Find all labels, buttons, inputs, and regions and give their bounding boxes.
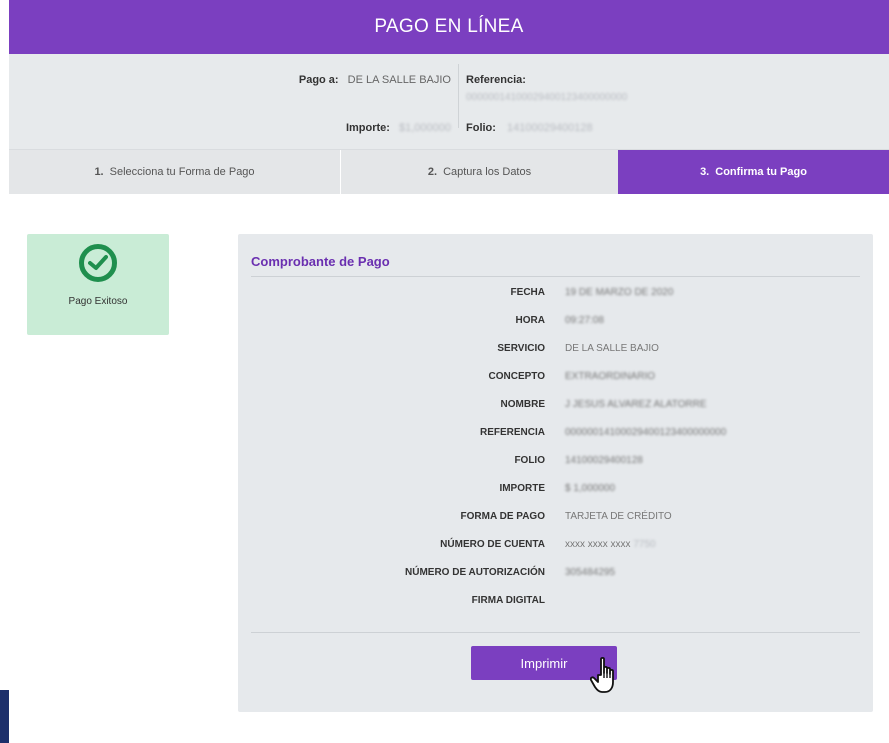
- pago-a-value: DE LA SALLE BAJIO: [347, 74, 451, 86]
- step-number: 1.: [94, 166, 104, 178]
- step-confirm-payment[interactable]: 3. Confirma tu Pago: [618, 150, 889, 194]
- receipt-row: FIRMA DIGITAL: [238, 586, 873, 614]
- receipt-row: FORMA DE PAGO TARJETA DE CRÉDITO: [238, 502, 873, 530]
- referencia-value: 00000014100029400123400000000: [466, 92, 628, 103]
- page-title: PAGO EN LÍNEA: [374, 16, 524, 37]
- step-capture-data[interactable]: 2. Captura los Datos: [341, 150, 618, 194]
- row-key: FOLIO: [514, 455, 545, 466]
- row-value: 19 DE MARZO DE 2020: [565, 287, 674, 298]
- background-edge: [0, 690, 9, 743]
- row-value: 305484295: [565, 567, 616, 578]
- divider: [251, 632, 860, 633]
- receipt-row: NÚMERO DE AUTORIZACIÓN 305484295: [238, 558, 873, 586]
- pago-a-row: Pago a: DE LA SALLE BAJIO: [299, 74, 451, 86]
- importe-value: $1,000000: [399, 122, 451, 134]
- importe-label: Importe:: [345, 122, 390, 134]
- row-key: NOMBRE: [500, 399, 545, 410]
- receipt-rows: FECHA 19 DE MARZO DE 2020 HORA 09:27:08 SE…: [238, 278, 873, 614]
- row-value: xxxx xxxx xxxx 7750: [565, 539, 656, 550]
- pago-a-label: Pago a:: [298, 74, 339, 86]
- receipt-row: CONCEPTO EXTRAORDINARIO: [238, 362, 873, 390]
- receipt-row: IMPORTE $ 1,000000: [238, 474, 873, 502]
- row-key: CONCEPTO: [488, 371, 546, 382]
- row-value: 09:27:08: [565, 315, 604, 326]
- step-tabs: 1. Selecciona tu Forma de Pago 2. Captur…: [9, 150, 889, 194]
- row-value: EXTRAORDINARIO: [565, 371, 656, 382]
- account-last-digits: 7750: [633, 539, 656, 550]
- account-mask: xxxx xxxx xxxx: [565, 539, 631, 550]
- importe-row: Importe: $1,000000: [346, 122, 451, 134]
- divider: [251, 276, 860, 277]
- success-label: Pago Exitoso: [68, 296, 128, 307]
- row-key: FECHA: [510, 287, 545, 298]
- receipt-row: SERVICIO DE LA SALLE BAJIO: [238, 334, 873, 362]
- folio-label: Folio:: [466, 122, 496, 134]
- receipt-row: REFERENCIA 00000014100029400123400000000: [238, 418, 873, 446]
- hand-pointer-icon: [589, 656, 624, 701]
- row-key: FIRMA DIGITAL: [471, 595, 545, 606]
- row-key: SERVICIO: [497, 343, 545, 354]
- payment-summary: Pago a: DE LA SALLE BAJIO Importe: $1,00…: [9, 54, 889, 150]
- folio-row: Folio: 14100029400128: [466, 122, 593, 134]
- receipt-row: FOLIO 14100029400128: [238, 446, 873, 474]
- receipt-row: NOMBRE J JESUS ALVAREZ ALATORRE: [238, 390, 873, 418]
- row-value: 00000014100029400123400000000: [565, 427, 727, 438]
- step-number: 2.: [427, 166, 438, 178]
- referencia-label: Referencia:: [466, 74, 526, 86]
- row-value: DE LA SALLE BAJIO: [565, 343, 659, 354]
- payment-success-card: Pago Exitoso: [27, 234, 169, 335]
- row-key: NÚMERO DE AUTORIZACIÓN: [405, 567, 545, 578]
- row-key: IMPORTE: [499, 483, 545, 494]
- receipt-panel: Comprobante de Pago FECHA 19 DE MARZO DE …: [238, 234, 873, 712]
- receipt-row: HORA 09:27:08: [238, 306, 873, 334]
- row-key: NÚMERO DE CUENTA: [440, 539, 545, 550]
- step-label: Captura los Datos: [443, 166, 532, 178]
- receipt-title: Comprobante de Pago: [251, 254, 390, 269]
- step-label: Selecciona tu Forma de Pago: [109, 166, 255, 178]
- step-number: 3.: [700, 166, 710, 178]
- row-value: TARJETA DE CRÉDITO: [565, 511, 672, 522]
- row-key: REFERENCIA: [479, 427, 545, 438]
- step-select-payment[interactable]: 1. Selecciona tu Forma de Pago: [9, 150, 341, 194]
- row-key: FORMA DE PAGO: [460, 511, 545, 522]
- step-label: Confirma tu Pago: [715, 166, 807, 178]
- receipt-row: NÚMERO DE CUENTA xxxx xxxx xxxx 7750: [238, 530, 873, 558]
- check-circle-icon: [79, 244, 117, 282]
- payment-page: PAGO EN LÍNEA Pago a: DE LA SALLE BAJIO …: [9, 0, 889, 743]
- row-key: HORA: [515, 315, 545, 326]
- folio-value: 14100029400128: [507, 122, 593, 134]
- row-value: J JESUS ALVAREZ ALATORRE: [565, 399, 707, 410]
- row-value: $ 1,000000: [565, 483, 616, 494]
- summary-divider: [458, 64, 459, 128]
- page-header: PAGO EN LÍNEA: [9, 0, 889, 54]
- row-value: 14100029400128: [565, 455, 643, 466]
- receipt-row: FECHA 19 DE MARZO DE 2020: [238, 278, 873, 306]
